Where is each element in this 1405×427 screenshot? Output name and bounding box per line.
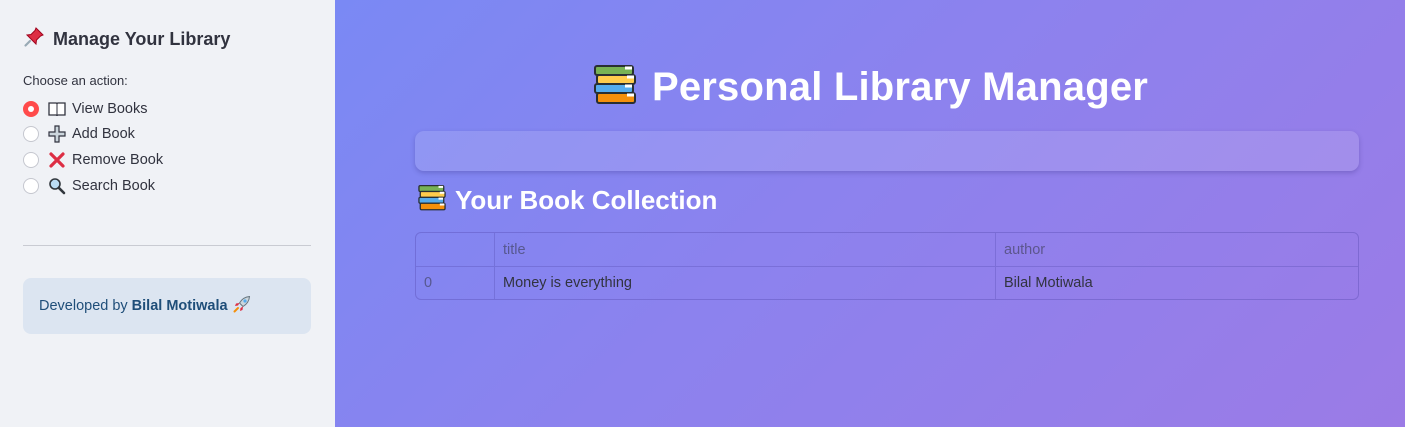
sidebar-header: Manage Your Library — [23, 26, 311, 53]
open-book-icon — [48, 100, 66, 118]
radio-view-books[interactable]: View Books — [23, 96, 311, 122]
radio-button-selected[interactable] — [23, 100, 39, 117]
plus-icon — [48, 125, 66, 143]
radio-label: Search Book — [72, 177, 156, 194]
developer-name: Bilal Motiwala — [131, 298, 228, 315]
column-header-index[interactable] — [416, 233, 495, 266]
table-row: 0 Money is everything Bilal Motiwala — [416, 266, 1358, 299]
column-header-author[interactable]: author — [996, 233, 1358, 266]
magnifier-icon — [48, 177, 66, 195]
sidebar-divider — [23, 245, 311, 247]
radio-button[interactable] — [23, 126, 39, 143]
table-header-row: title author — [416, 233, 1358, 266]
books-icon — [417, 184, 447, 217]
radio-add-book[interactable]: Add Book — [23, 122, 311, 148]
radio-label: View Books — [72, 100, 148, 117]
app-title: Personal Library Manager — [651, 65, 1149, 109]
author-cell[interactable]: Bilal Motiwala — [996, 267, 1358, 299]
radio-remove-book[interactable]: Remove Book — [23, 147, 311, 173]
rocket-icon — [232, 294, 252, 318]
book-table[interactable]: title author 0 Money is everything Bilal… — [415, 232, 1359, 300]
credit-prefix: Developed by — [39, 298, 128, 315]
radio-button[interactable] — [23, 177, 39, 194]
column-header-title[interactable]: title — [495, 233, 996, 266]
main-content: Personal Library Manager Your Book Colle… — [335, 0, 1405, 427]
title-cell[interactable]: Money is everything — [495, 267, 996, 299]
page-title: Personal Library Manager — [335, 64, 1405, 111]
radio-search-book[interactable]: Search Book — [23, 173, 311, 199]
radio-button[interactable] — [23, 151, 39, 168]
radio-label: Add Book — [72, 126, 135, 143]
sidebar-title: Manage Your Library — [53, 29, 231, 49]
row-index-cell[interactable]: 0 — [416, 267, 495, 299]
action-radio-group: View Books Add Book Remove Book Search B… — [23, 96, 311, 198]
cross-mark-icon — [48, 151, 66, 169]
developer-credit: Developed by Bilal Motiwala — [23, 278, 311, 335]
info-banner — [415, 131, 1359, 171]
section-heading: Your Book Collection — [417, 184, 717, 217]
books-icon — [592, 64, 638, 111]
section-title: Your Book Collection — [455, 185, 718, 215]
pushpin-icon — [23, 26, 45, 53]
radio-label: Remove Book — [72, 151, 164, 168]
sidebar: Manage Your Library Choose an action: Vi… — [0, 0, 335, 427]
action-caption: Choose an action: — [23, 73, 128, 88]
